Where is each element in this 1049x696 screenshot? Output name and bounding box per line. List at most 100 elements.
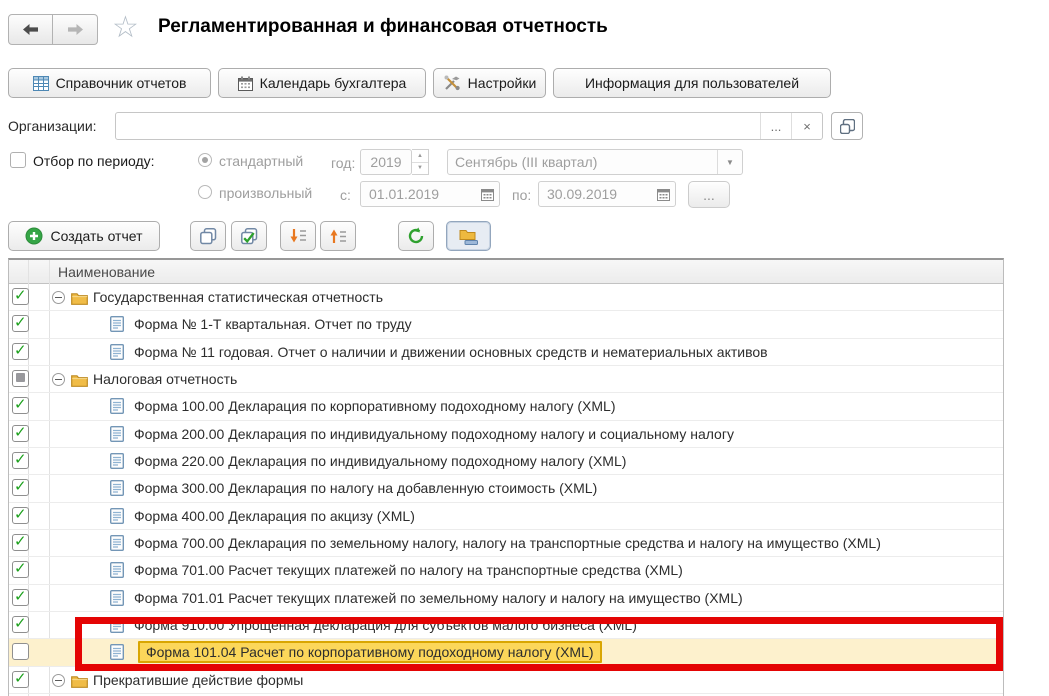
refresh-button[interactable] [398,221,434,251]
row-checkbox[interactable] [12,397,29,414]
move-up-button[interactable] [320,221,356,251]
date-from-value: 01.01.2019 [369,186,439,202]
row-label: Форма № 11 годовая. Отчет о наличии и дв… [134,344,768,360]
row-checkbox[interactable] [12,616,29,633]
period-quarter-select[interactable]: Сентябрь (III квартал) ▼ [447,149,743,175]
folder-icon [71,292,88,305]
row-checkbox[interactable] [12,561,29,578]
table-row[interactable]: Налоговая отчетность [9,366,1003,393]
row-checkbox[interactable] [12,343,29,360]
row-checkbox[interactable] [12,507,29,524]
date-to-calendar-icon[interactable] [657,188,670,201]
row-label: Налоговая отчетность [93,371,237,387]
row-checkbox[interactable] [12,479,29,496]
organizations-field: ... × [115,112,823,140]
user-information-button[interactable]: Информация для пользователей [553,68,831,98]
document-icon [110,453,124,469]
forward-arrow-icon [68,24,83,35]
row-checkbox[interactable] [12,671,29,688]
settings-label: Настройки [468,75,537,91]
settings-button[interactable]: Настройки [433,68,546,98]
copy-items-button[interactable] [190,221,226,251]
name-column-header[interactable]: Наименование [9,260,1003,284]
back-arrow-icon [23,24,38,35]
table-row[interactable]: Форма 100.00 Декларация по корпоративном… [9,393,1003,420]
custom-period-label: произвольный [219,185,312,201]
table-row[interactable]: Форма 200.00 Декларация по индивидуально… [9,421,1003,448]
check-stack-icon [241,228,258,245]
year-field[interactable]: 2019 [360,149,412,175]
back-button[interactable] [8,14,53,45]
table-row[interactable]: Форма 101.04 Расчет по корпоративному по… [9,639,1003,666]
date-to-label: по: [512,187,531,203]
hierarchy-view-icon [459,228,479,245]
organizations-clear-button[interactable]: × [791,113,822,139]
forward-button[interactable] [53,14,98,45]
organizations-open-list-button[interactable] [831,112,863,140]
table-row[interactable]: Форма 400.00 Декларация по акцизу (XML) [9,503,1003,530]
row-checkbox[interactable] [12,288,29,305]
date-from-calendar-icon[interactable] [481,188,494,201]
row-checkbox[interactable] [12,370,29,387]
page-title: Регламентированная и финансовая отчетнос… [158,16,608,38]
accountant-calendar-button[interactable]: Календарь бухгалтера [218,68,426,98]
create-report-label: Создать отчет [50,228,142,244]
document-icon [110,590,124,606]
row-checkbox[interactable] [12,452,29,469]
table-row[interactable]: Прекратившие действие формы [9,667,1003,694]
row-checkbox[interactable] [12,425,29,442]
collapse-icon[interactable] [52,373,65,386]
user-information-label: Информация для пользователей [585,75,799,91]
row-label: Форма 910.00 Упрощенная декларация для с… [134,617,637,633]
spin-down-icon[interactable]: ▼ [412,163,428,175]
reports-table: Наименование Государственная статистичес… [8,258,1004,696]
calendar-icon [238,76,253,91]
organizations-ellipsis-button[interactable]: ... [760,113,791,139]
table-row[interactable]: Форма 910.00 Упрощенная декларация для с… [9,612,1003,639]
table-row[interactable]: Форма № 1-Т квартальная. Отчет по труду [9,311,1003,338]
favorite-star-icon[interactable]: ☆ [112,10,139,46]
standard-period-label: стандартный [219,153,303,169]
row-label: Форма 200.00 Декларация по индивидуально… [134,426,734,442]
table-row[interactable]: Форма № 11 годовая. Отчет о наличии и дв… [9,339,1003,366]
period-more-button[interactable]: ... [688,181,730,208]
collapse-icon[interactable] [52,291,65,304]
collapse-icon[interactable] [52,674,65,687]
report-directory-label: Справочник отчетов [56,75,187,91]
table-row[interactable]: Государственная статистическая отчетност… [9,284,1003,311]
create-report-button[interactable]: Создать отчет [8,221,160,251]
sort-down-icon [289,228,307,244]
document-icon [110,617,124,633]
row-label: Форма 220.00 Декларация по индивидуально… [134,453,626,469]
period-filter-checkbox[interactable] [10,152,26,168]
check-all-button[interactable] [231,221,267,251]
dropdown-arrow-icon[interactable]: ▼ [717,150,742,174]
standard-period-radio[interactable] [198,153,212,167]
custom-period-radio[interactable] [198,185,212,199]
table-row[interactable]: Форма 701.01 Расчет текущих платежей по … [9,585,1003,612]
period-filter-label: Отбор по периоду: [33,153,155,169]
spin-up-icon[interactable]: ▲ [412,150,428,163]
row-label: Форма 101.04 Расчет по корпоративному по… [138,641,602,663]
organizations-input[interactable] [116,113,760,139]
hierarchy-view-button[interactable] [446,221,491,251]
row-checkbox[interactable] [12,589,29,606]
year-spinner[interactable]: ▲ ▼ [412,149,429,175]
table-row[interactable]: Форма 701.00 Расчет текущих платежей по … [9,557,1003,584]
row-label: Форма 400.00 Декларация по акцизу (XML) [134,508,415,524]
table-icon [33,76,49,91]
move-down-button[interactable] [280,221,316,251]
table-row[interactable]: Форма 700.00 Декларация по земельному на… [9,530,1003,557]
table-row[interactable]: Форма 220.00 Декларация по индивидуально… [9,448,1003,475]
organizations-label: Организации: [8,118,97,134]
row-checkbox[interactable] [12,643,29,660]
date-from-field[interactable]: 01.01.2019 [360,181,500,207]
document-icon [110,480,124,496]
row-checkbox[interactable] [12,315,29,332]
report-directory-button[interactable]: Справочник отчетов [8,68,211,98]
row-checkbox[interactable] [12,534,29,551]
table-row[interactable]: Форма 300.00 Декларация по налогу на доб… [9,475,1003,502]
date-to-field[interactable]: 30.09.2019 [538,181,676,207]
regulated-reporting-window: ☆ Регламентированная и финансовая отчетн… [0,0,1049,696]
row-label: Форма 701.01 Расчет текущих платежей по … [134,590,743,606]
